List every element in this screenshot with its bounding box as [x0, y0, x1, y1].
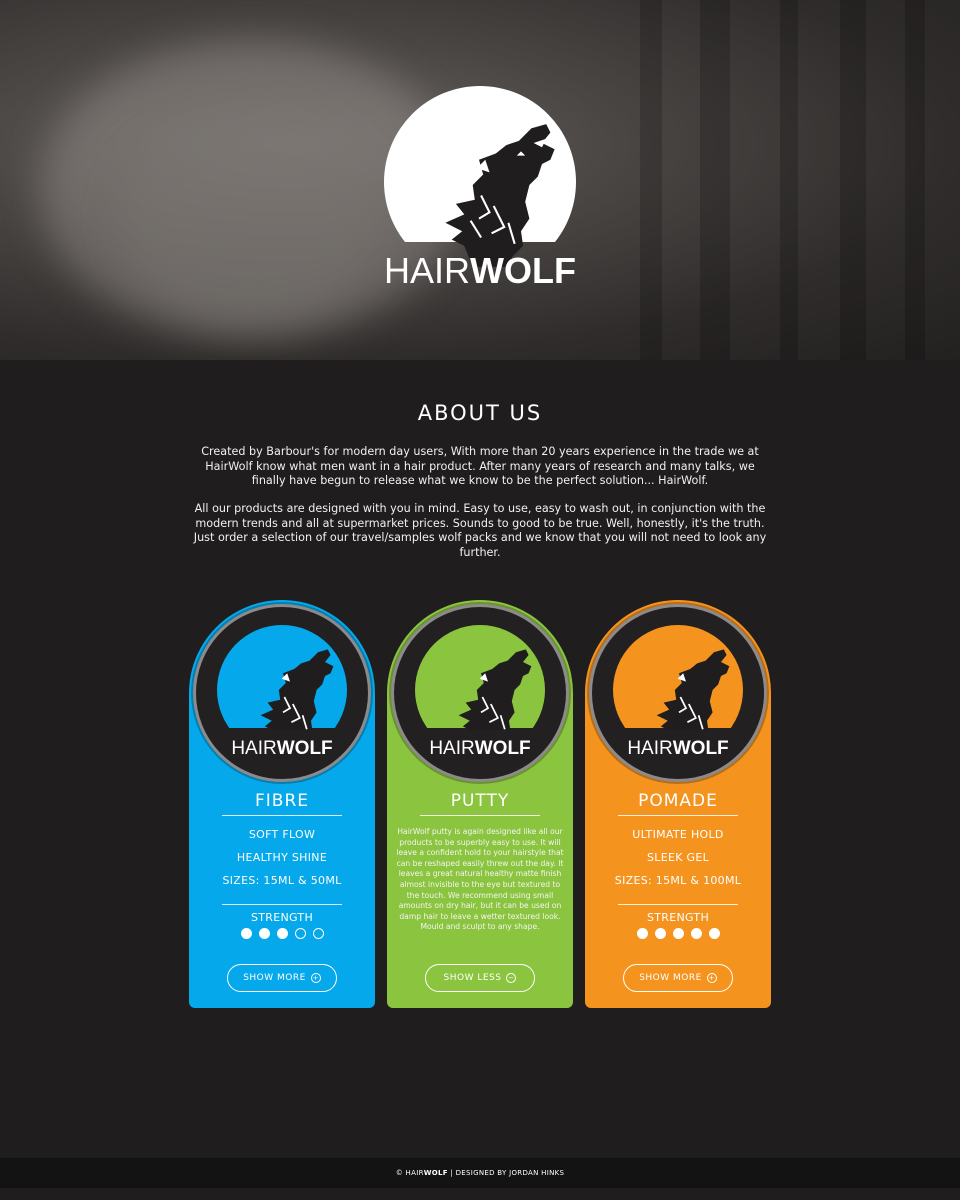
show-less-label: SHOW LESS: [443, 973, 502, 983]
badge-brand-name: HAIRWOLF: [231, 738, 333, 759]
strength-label: STRENGTH: [250, 911, 314, 924]
product-name: PUTTY: [450, 791, 510, 811]
product-feature: ULTIMATE HOLD: [632, 828, 724, 841]
minus-circle-icon: −: [506, 973, 517, 983]
strength-dot: [636, 928, 648, 939]
product-feature: SIZES: 15ML & 100ML: [614, 874, 742, 887]
plus-circle-icon: +: [310, 973, 321, 983]
show-less-button[interactable]: SHOW LESS −: [425, 964, 535, 992]
strength-dot: [240, 928, 252, 939]
page-bottom-strip: [0, 1188, 960, 1200]
hero-tree-trunk: [840, 0, 866, 360]
footer-credit: | DESIGNED BY JORDAN HINKS: [450, 1169, 565, 1177]
divider: [618, 815, 738, 816]
product-card-pomade: HAIRWOLF POMADE ULTIMATE HOLD SLEEK GEL …: [585, 600, 771, 1008]
show-more-label: SHOW MORE: [639, 973, 702, 983]
product-feature: SOFT FLOW: [248, 828, 316, 841]
hero-banner: HAIRWOLF: [0, 0, 960, 360]
product-card-fibre: HAIRWOLF FIBRE SOFT FLOW HEALTHY SHINE S…: [189, 600, 375, 1008]
product-badge: HAIRWOLF: [193, 604, 371, 782]
about-paragraph: Created by Barbour's for modern day user…: [201, 445, 759, 487]
product-feature: SIZES: 15ML & 50ML: [222, 874, 342, 887]
hairwolf-badge-logo: [613, 625, 743, 730]
strength-dot: [690, 928, 702, 939]
footer: © HAIRWOLF | DESIGNED BY JORDAN HINKS: [0, 1158, 960, 1188]
divider: [420, 815, 540, 816]
strength-label: STRENGTH: [646, 911, 710, 924]
product-description: HairWolf putty is again designed like al…: [396, 827, 564, 932]
badge-brand-name: HAIRWOLF: [627, 738, 729, 759]
about-title: ABOUT US: [417, 401, 543, 425]
product-badge: HAIRWOLF: [391, 604, 569, 782]
strength-dot: [312, 928, 324, 939]
strength-dot: [708, 928, 720, 939]
hero-background-wolf-face: [120, 120, 380, 320]
product-name: POMADE: [638, 791, 718, 811]
hero-brand-name: HAIRWOLF: [384, 250, 576, 291]
divider: [222, 904, 342, 905]
product-feature: HEALTHY SHINE: [236, 851, 328, 864]
show-more-button[interactable]: SHOW MORE +: [623, 964, 733, 992]
product-feature: SLEEK GEL: [646, 851, 710, 864]
strength-dot: [672, 928, 684, 939]
hero-tree-trunk: [780, 0, 798, 360]
divider: [618, 904, 738, 905]
strength-rating: [585, 928, 771, 939]
strength-dot: [276, 928, 288, 939]
hairwolf-badge-logo: [415, 625, 545, 730]
hero-tree-trunk: [700, 0, 730, 360]
plus-circle-icon: +: [706, 973, 717, 983]
strength-rating: [189, 928, 375, 939]
hairwolf-badge-logo: [217, 625, 347, 730]
product-name: FIBRE: [254, 791, 309, 811]
strength-dot: [258, 928, 270, 939]
hero-tree-trunk: [640, 0, 662, 360]
strength-dot: [294, 928, 306, 939]
show-more-button[interactable]: SHOW MORE +: [227, 964, 337, 992]
badge-brand-name: HAIRWOLF: [429, 738, 531, 759]
strength-dot: [654, 928, 666, 939]
about-paragraph: All our products are designed with you i…: [193, 502, 767, 559]
show-more-label: SHOW MORE: [243, 973, 306, 983]
divider: [222, 815, 342, 816]
hero-tree-trunk: [905, 0, 925, 360]
product-card-putty: HAIRWOLF PUTTY HairWolf putty is again d…: [387, 600, 573, 1008]
product-badge: HAIRWOLF: [589, 604, 767, 782]
footer-brand: HAIRWOLF: [405, 1169, 448, 1177]
